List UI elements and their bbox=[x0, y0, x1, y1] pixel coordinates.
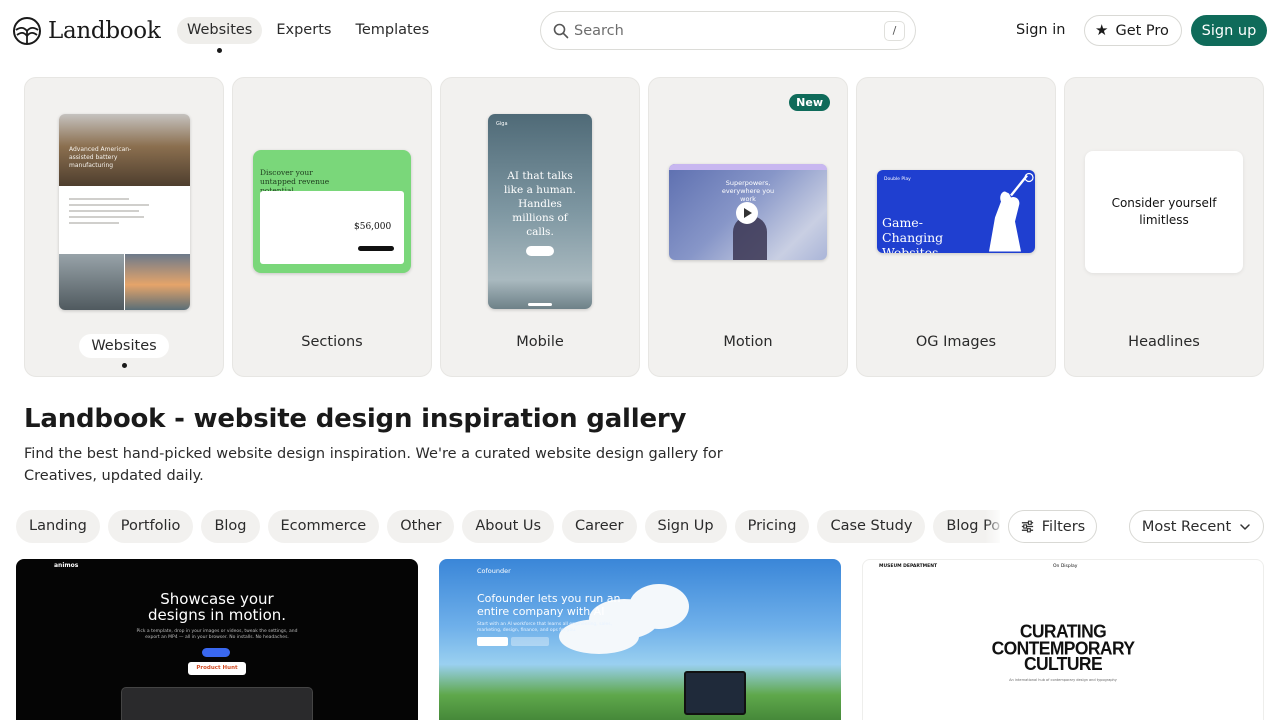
chips-fade-overlay bbox=[985, 510, 1009, 544]
mobile-preview-headline: AI that talks like a human. Handles mill… bbox=[503, 170, 577, 238]
sign-up-button[interactable]: Sign up bbox=[1191, 15, 1267, 46]
gallery-item-cofounder[interactable]: Cofounder Cofounder lets you run an enti… bbox=[439, 559, 841, 720]
new-badge: New bbox=[789, 94, 830, 111]
gallery-item-brand: MUSEUM DEPARTMENT bbox=[879, 564, 938, 569]
category-card-motion[interactable]: New Superpowers, everywhere you work Mot… bbox=[648, 77, 848, 377]
chip-blog[interactable]: Blog bbox=[201, 510, 260, 543]
motion-preview-headline: Superpowers, everywhere you work bbox=[721, 179, 775, 203]
sliders-icon bbox=[1021, 520, 1033, 533]
get-pro-button[interactable]: ★ Get Pro bbox=[1084, 15, 1182, 46]
motion-preview-thumbnail: Superpowers, everywhere you work bbox=[669, 164, 827, 260]
gallery-item-brand: animos bbox=[54, 562, 79, 569]
category-label-motion: Motion bbox=[723, 334, 773, 350]
websites-preview-headline: Advanced American-assisted battery manuf… bbox=[69, 146, 132, 169]
nav-experts[interactable]: Experts bbox=[266, 17, 341, 44]
filters-button[interactable]: Filters bbox=[1008, 510, 1097, 543]
category-card-mobile[interactable]: Giga AI that talks like a human. Handles… bbox=[440, 77, 640, 377]
main-nav: Websites Experts Templates bbox=[177, 17, 439, 53]
gallery-item-subtext: Pick a template, drop in your images or … bbox=[136, 629, 298, 640]
headlines-preview-headline: Consider yourself limitless bbox=[1111, 196, 1217, 227]
gallery-item-animos[interactable]: animos Showcase your designs in motion. … bbox=[16, 559, 418, 720]
gallery-item-nav: On Display bbox=[1053, 564, 1078, 569]
sign-in-link[interactable]: Sign in bbox=[1006, 17, 1075, 44]
star-icon: ★ bbox=[1095, 21, 1109, 39]
nav-websites[interactable]: Websites bbox=[177, 17, 263, 53]
gallery-item-brand: Cofounder bbox=[477, 567, 511, 575]
category-card-og-images[interactable]: Double Play Game-Changing Websites OG Im… bbox=[856, 77, 1056, 377]
chip-about-us[interactable]: About Us bbox=[462, 510, 555, 543]
sort-dropdown[interactable]: Most Recent bbox=[1129, 510, 1264, 543]
gallery-item-headline: Showcase your designs in motion. bbox=[147, 590, 287, 624]
chip-landing[interactable]: Landing bbox=[16, 510, 100, 543]
filters-label: Filters bbox=[1041, 518, 1086, 535]
mobile-preview-thumbnail: Giga AI that talks like a human. Handles… bbox=[488, 114, 592, 309]
play-icon bbox=[736, 202, 758, 224]
chip-other[interactable]: Other bbox=[387, 510, 455, 543]
chip-portfolio[interactable]: Portfolio bbox=[107, 510, 194, 543]
category-carousel: Advanced American-assisted battery manuf… bbox=[24, 77, 1264, 377]
chip-ecommerce[interactable]: Ecommerce bbox=[267, 510, 380, 543]
search-box[interactable]: / bbox=[540, 11, 916, 50]
gallery-item-headline: Cofounder lets you run an entire company… bbox=[477, 592, 621, 618]
websites-preview-thumbnail: Advanced American-assisted battery manuf… bbox=[59, 114, 190, 310]
batter-silhouette-icon bbox=[989, 172, 1034, 252]
page-title: Landbook - website design inspiration ga… bbox=[24, 404, 687, 434]
type-filter-chips: Landing Portfolio Blog Ecommerce Other A… bbox=[16, 510, 1000, 544]
page-subtitle: Find the best hand-picked website design… bbox=[24, 446, 723, 484]
top-header: Landbook Websites Experts Templates / Si… bbox=[0, 0, 1280, 60]
brand-name: Landbook bbox=[48, 18, 161, 44]
category-card-sections[interactable]: Discover your untapped revenue potential… bbox=[232, 77, 432, 377]
get-pro-label: Get Pro bbox=[1115, 22, 1169, 39]
category-label-sections: Sections bbox=[301, 334, 363, 350]
chip-sign-up[interactable]: Sign Up bbox=[644, 510, 727, 543]
og-preview-thumbnail: Double Play Game-Changing Websites bbox=[877, 170, 1035, 253]
search-shortcut-key: / bbox=[884, 20, 905, 41]
active-indicator-dot bbox=[122, 363, 127, 368]
sections-preview-amount: $56,000 bbox=[354, 222, 392, 232]
category-label-mobile: Mobile bbox=[516, 334, 564, 350]
gallery-item-subtext: Start with an AI workforce that learns a… bbox=[477, 622, 613, 633]
product-hunt-badge: Product Hunt bbox=[188, 662, 246, 675]
nav-templates[interactable]: Templates bbox=[345, 17, 439, 44]
brand-logo[interactable]: Landbook bbox=[12, 16, 161, 46]
mobile-preview-brand: Giga bbox=[496, 121, 508, 127]
sort-label: Most Recent bbox=[1141, 518, 1232, 535]
category-label-websites: Websites bbox=[79, 334, 169, 358]
gallery-item-museum[interactable]: MUSEUM DEPARTMENT On Display CURATING CO… bbox=[862, 559, 1264, 720]
chip-case-study[interactable]: Case Study bbox=[817, 510, 926, 543]
gallery-item-headline: CURATING CONTEMPORARY CULTURE bbox=[991, 620, 1135, 675]
category-label-headlines: Headlines bbox=[1128, 334, 1200, 350]
og-preview-small-text: Double Play bbox=[884, 177, 911, 182]
chevron-down-icon bbox=[1240, 523, 1250, 530]
og-preview-headline: Game-Changing Websites bbox=[882, 215, 944, 253]
category-card-websites[interactable]: Advanced American-assisted battery manuf… bbox=[24, 77, 224, 377]
search-icon bbox=[553, 23, 569, 38]
category-card-headlines[interactable]: Consider yourself limitless Headlines bbox=[1064, 77, 1264, 377]
search-input[interactable] bbox=[574, 22, 884, 39]
chip-pricing[interactable]: Pricing bbox=[734, 510, 810, 543]
headlines-preview-thumbnail: Consider yourself limitless bbox=[1085, 151, 1243, 273]
category-label-og-images: OG Images bbox=[915, 334, 997, 350]
sections-preview-thumbnail: Discover your untapped revenue potential… bbox=[253, 150, 411, 273]
gallery-item-subtext: An international hub of contemporary des… bbox=[1009, 678, 1117, 682]
landbook-logo-icon bbox=[13, 17, 41, 45]
chip-career[interactable]: Career bbox=[562, 510, 637, 543]
